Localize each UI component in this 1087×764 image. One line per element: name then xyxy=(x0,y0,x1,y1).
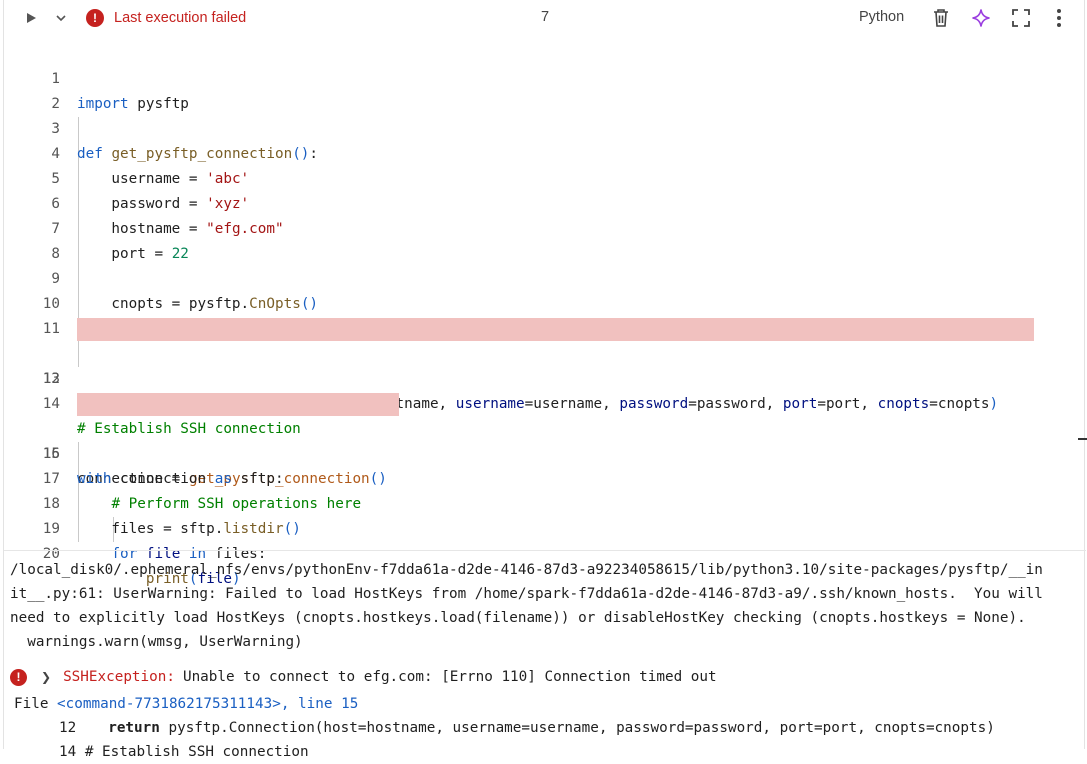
code-line: 5 password = 'xyz' xyxy=(4,142,1086,212)
code-line: 6 hostname = "efg.com" xyxy=(4,167,1086,237)
code-line: 20 print(file) xyxy=(4,517,1086,587)
traceback-next-line: 14 # Establish SSH connection xyxy=(59,744,309,760)
code-line-error: 15 connection = get_pysftp_connection() xyxy=(4,392,1086,487)
code-line: 19 for file in files: xyxy=(4,492,1086,562)
warning-line: need to explicitly load HostKeys (cnopts… xyxy=(10,610,1026,626)
traceback-code: return pysftp.Connection(host=hostname, … xyxy=(108,720,995,736)
chevron-down-icon xyxy=(56,15,66,22)
warning-line: it__.py:61: UserWarning: Failed to load … xyxy=(10,586,1043,602)
code-line: 11 xyxy=(4,292,1086,337)
code-line: 4 username = 'abc' xyxy=(4,117,1086,187)
code-line: 1 import pysftp xyxy=(4,42,1086,112)
execution-count: 7 xyxy=(541,9,550,25)
code-line: 18 files = sftp.listdir() xyxy=(4,467,1086,537)
exception-header[interactable]: ! ❯ SSHException: Unable to connect to e… xyxy=(10,665,717,689)
cell-output: /local_disk0/.ephemeral_nfs/envs/pythonE… xyxy=(10,558,1084,654)
assistant-button[interactable] xyxy=(970,7,992,29)
code-line: 13 xyxy=(4,342,1086,387)
code-line: 2 xyxy=(4,67,1086,112)
cell-toolbar: ! Last execution failed 7 Python xyxy=(4,0,1086,36)
traceback-file-link[interactable]: <command-7731862175311143> xyxy=(57,696,281,712)
kebab-menu-icon xyxy=(1057,9,1061,27)
traceback-line-ref: , line 15 xyxy=(280,696,359,712)
more-options-button[interactable] xyxy=(1051,7,1067,29)
code-line: 14 # Establish SSH connection xyxy=(4,367,1086,437)
code-line: 16 with connection as sftp: xyxy=(4,417,1086,487)
traceback-code-line: 12 return pysftp.Connection(host=hostname… xyxy=(59,716,995,740)
status-text: Last execution failed xyxy=(114,10,247,26)
run-cell-button[interactable] xyxy=(22,9,40,27)
traceback-file-prefix: File xyxy=(14,696,58,712)
execution-status[interactable]: ! Last execution failed xyxy=(86,8,246,28)
output-divider xyxy=(4,550,1086,551)
warning-line: /local_disk0/.ephemeral_nfs/envs/pythonE… xyxy=(10,562,1043,578)
code-line: 8 xyxy=(4,217,1086,262)
play-icon xyxy=(27,13,36,23)
fullscreen-button[interactable] xyxy=(1010,7,1032,29)
expand-icon xyxy=(1012,9,1030,27)
code-line: 3 def get_pysftp_connection(): xyxy=(4,92,1086,162)
language-selector[interactable]: Python xyxy=(859,9,904,25)
exception-message: Unable to connect to efg.com: [Errno 110… xyxy=(182,669,717,685)
error-highlight xyxy=(77,393,399,416)
sparkle-icon xyxy=(972,9,990,27)
code-line: 7 port = 22 xyxy=(4,192,1086,262)
chevron-right-icon[interactable]: ❯ xyxy=(41,670,51,684)
code-editor[interactable]: 1 import pysftp 2 3 def get_pysftp_conne… xyxy=(4,42,1086,587)
scrollbar-marker[interactable] xyxy=(1078,438,1087,440)
code-line: 10 cnopts.hostkeys = None # Disable host… xyxy=(4,267,1086,337)
traceback-line-number: 12 xyxy=(59,720,77,736)
code-line-error: 12 return pysftp.Connection(host=hostnam… xyxy=(4,317,1086,412)
error-highlight xyxy=(77,318,1034,341)
error-icon: ! xyxy=(86,9,104,27)
notebook-cell: ! Last execution failed 7 Python 1 impor… xyxy=(3,0,1087,760)
traceback-file-line: File <command-7731862175311143>, line 15 xyxy=(14,692,358,716)
run-options-dropdown[interactable] xyxy=(52,9,70,27)
trash-icon xyxy=(934,9,948,27)
exception-name: SSHException: xyxy=(63,669,175,685)
code-line: 17 # Perform SSH operations here xyxy=(4,442,1086,512)
delete-cell-button[interactable] xyxy=(930,7,952,29)
code-line: 9 cnopts = pysftp.CnOpts() xyxy=(4,242,1086,312)
warning-line: warnings.warn(wmsg, UserWarning) xyxy=(10,634,303,650)
error-icon: ! xyxy=(10,668,27,686)
